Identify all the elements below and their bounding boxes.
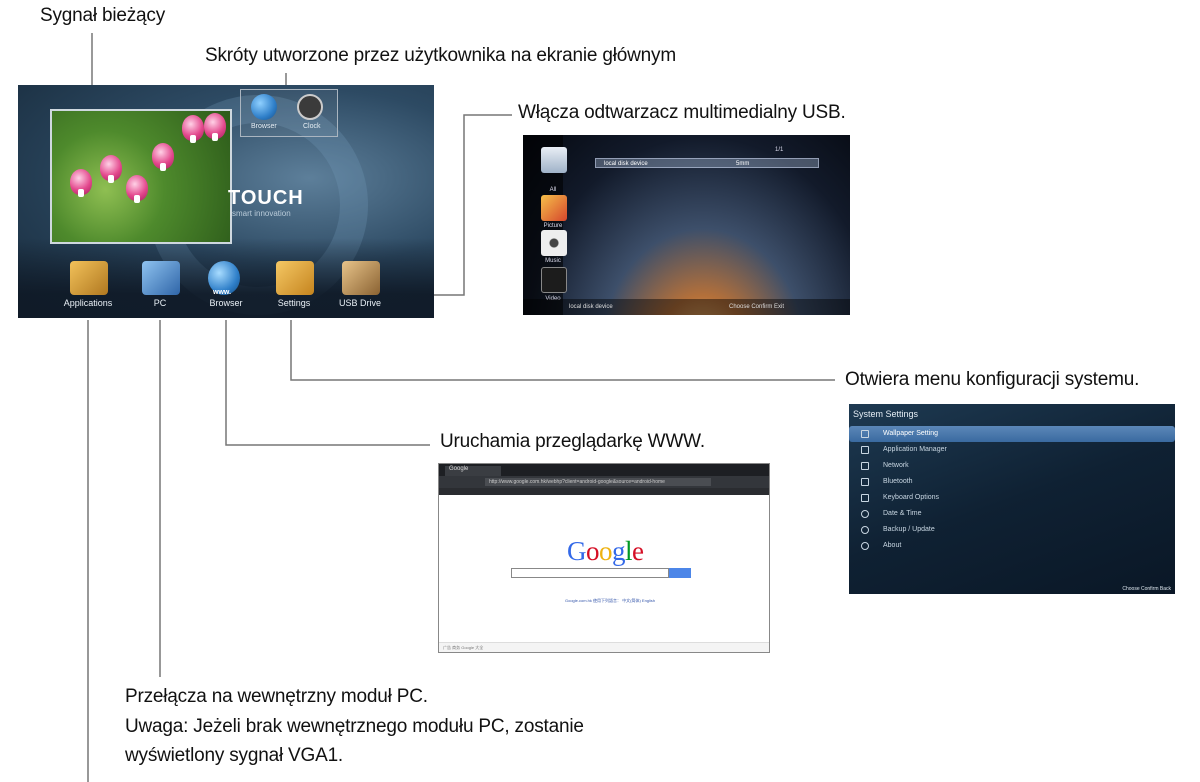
- keyboard-icon: [861, 494, 869, 502]
- globe-icon[interactable]: [251, 94, 277, 120]
- wifi-icon: [861, 462, 869, 470]
- tile-label: PC: [153, 298, 167, 308]
- settings-item-backup[interactable]: Backup / Update: [849, 522, 1175, 538]
- settings-item-network[interactable]: Network: [849, 458, 1175, 474]
- flower-image: [70, 169, 92, 197]
- browser-footer: 广告 商务 Google 大全: [439, 642, 769, 652]
- flower-image: [100, 155, 122, 183]
- bluetooth-icon: [861, 478, 869, 486]
- search-input[interactable]: [511, 568, 669, 578]
- wallpaper-icon: [861, 430, 869, 438]
- browser-tab[interactable]: Google: [445, 466, 501, 476]
- browser-screen: Google http://www.google.com.hk/webhp?cl…: [438, 463, 770, 653]
- settings-item-label: Network: [883, 462, 909, 469]
- film-clapper-icon: [342, 261, 380, 295]
- connector-browser: [225, 320, 430, 446]
- settings-item-wallpaper[interactable]: Wallpaper Setting: [849, 426, 1175, 442]
- device-size: 5mm: [736, 161, 750, 167]
- tile-applications[interactable]: Applications: [58, 261, 118, 311]
- settings-item-label: Application Manager: [883, 446, 947, 453]
- settings-item-label: Keyboard Options: [883, 494, 940, 501]
- user-shortcuts: Browser Clock: [240, 89, 338, 137]
- current-signal-window[interactable]: [50, 109, 232, 244]
- apps-grid-icon: [861, 446, 869, 454]
- flower-image: [152, 143, 174, 171]
- music-icon[interactable]: [541, 230, 567, 256]
- category-label: Picture: [543, 223, 563, 229]
- annotation-pc-line2: Uwaga: Jeżeli brak wewnętrznego modułu P…: [125, 716, 584, 737]
- settings-item-label: About: [883, 542, 902, 549]
- all-icon[interactable]: [541, 147, 567, 173]
- tile-label: Browser: [209, 298, 243, 308]
- settings-item-date-time[interactable]: Date & Time: [849, 506, 1175, 522]
- connector-settings: [290, 320, 835, 381]
- annotation-usb-player: Włącza odtwarzacz multimedialny USB.: [518, 102, 846, 123]
- device-name: local disk device: [604, 161, 648, 167]
- applications-icon: [70, 261, 108, 295]
- brand-tagline: smart innovation: [232, 209, 291, 218]
- picture-icon[interactable]: [541, 195, 567, 221]
- flower-image: [182, 115, 204, 143]
- flower-image: [126, 175, 148, 203]
- annotation-pc-line1: Przełącza na wewnętrzny moduł PC.: [125, 686, 428, 707]
- video-icon[interactable]: [541, 267, 567, 293]
- google-logo: Google: [567, 536, 644, 566]
- settings-item-keyboard[interactable]: Keyboard Options: [849, 490, 1175, 506]
- tile-settings[interactable]: Settings: [264, 261, 324, 311]
- settings-folder-icon: [276, 261, 314, 295]
- tab-bar: Google: [439, 464, 769, 476]
- settings-item-about[interactable]: About: [849, 538, 1175, 554]
- search-button[interactable]: [669, 568, 691, 578]
- tile-label: Applications: [63, 298, 113, 308]
- home-screen: Browser Clock TOUCH smart innovation App…: [18, 85, 434, 318]
- annotation-current-signal: Sygnał bieżący: [40, 5, 165, 26]
- pc-icon: [142, 261, 180, 295]
- url-field[interactable]: http://www.google.com.hk/webhp?client=an…: [485, 478, 711, 486]
- shortcut-browser-label: Browser: [251, 123, 277, 130]
- footer-controls: Choose Confirm Exit: [729, 304, 785, 310]
- annotation-settings-menu: Otwiera menu konfiguracji systemu.: [845, 369, 1140, 390]
- info-icon: [861, 542, 869, 550]
- flower-image: [204, 113, 226, 141]
- tile-pc[interactable]: PC: [130, 261, 190, 311]
- clock-icon: [861, 510, 869, 518]
- footer-device: local disk device: [569, 304, 613, 310]
- shortcut-clock-label: Clock: [303, 123, 321, 130]
- usb-player-screen: All Picture Music Video 1/1 local disk d…: [523, 135, 850, 315]
- settings-item-bluetooth[interactable]: Bluetooth: [849, 474, 1175, 490]
- www-text: www.: [213, 289, 232, 296]
- settings-item-application-manager[interactable]: Application Manager: [849, 442, 1175, 458]
- settings-item-label: Bluetooth: [883, 478, 913, 485]
- page-indicator: 1/1: [775, 147, 784, 153]
- info-icon: [861, 526, 869, 534]
- tile-usb-drive[interactable]: USB Drive: [330, 261, 390, 311]
- settings-title: System Settings: [853, 409, 919, 419]
- category-label: Music: [545, 258, 561, 264]
- system-settings-screen: System Settings Wallpaper Setting Applic…: [849, 404, 1175, 594]
- annotation-shortcuts: Skróty utworzone przez użytkownika na ek…: [205, 45, 676, 66]
- tile-browser[interactable]: Browser: [196, 261, 256, 311]
- settings-item-label: Backup / Update: [883, 526, 935, 533]
- settings-item-label: Wallpaper Setting: [883, 430, 938, 437]
- brand-logo: TOUCH: [228, 187, 304, 209]
- clock-icon[interactable]: [297, 94, 323, 120]
- annotation-pc-line3: wyświetlony sygnał VGA1.: [125, 745, 344, 766]
- annotation-browser: Uruchamia przeglądarkę WWW.: [440, 431, 705, 452]
- settings-item-label: Date & Time: [883, 510, 922, 517]
- settings-footer: Choose Confirm Back: [1122, 586, 1171, 592]
- usb-footer: local disk device Choose Confirm Exit: [523, 299, 850, 315]
- language-links[interactable]: Google.com.hk 使用下列語言： 中文(简体) English: [565, 598, 655, 604]
- tile-label: USB Drive: [338, 298, 381, 308]
- address-bar: http://www.google.com.hk/webhp?client=an…: [439, 476, 769, 488]
- device-row[interactable]: local disk device 5mm: [595, 158, 819, 168]
- tile-label: Settings: [277, 298, 311, 308]
- bookmarks-bar: [439, 488, 769, 495]
- category-label: All: [549, 187, 557, 193]
